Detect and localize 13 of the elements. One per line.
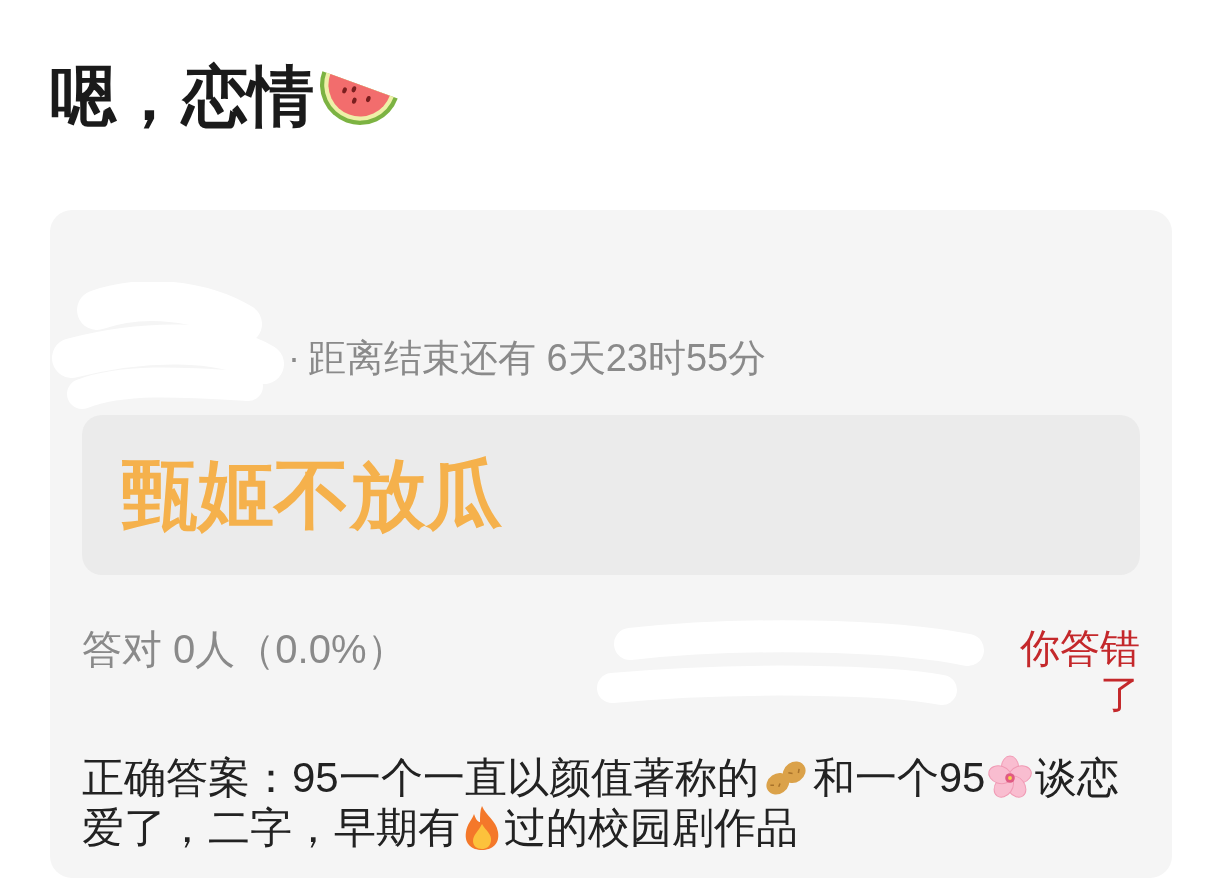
watermelon-icon [320,71,398,125]
answer-text: 谈恋 [1035,753,1120,803]
answer-text: 正确答案：95一个一直以颜值著称的 [82,753,759,803]
correct-count-text: 答对 0人（0.0%） [82,626,407,673]
result-text: 你答错了 [1019,625,1140,717]
blossom-icon [987,755,1034,801]
answer-text: 爱了，二字，早期有 [82,803,460,853]
dot-separator: · [288,338,300,378]
countdown-text: 距离结束还有 6天23时55分 [308,338,767,378]
option-text: 甄姬不放瓜 [122,457,502,533]
answer-text: 和一个95 [812,753,986,803]
post-title: 嗯，恋情 [50,63,314,129]
answer-text: 过的校园剧作品 [504,803,798,853]
